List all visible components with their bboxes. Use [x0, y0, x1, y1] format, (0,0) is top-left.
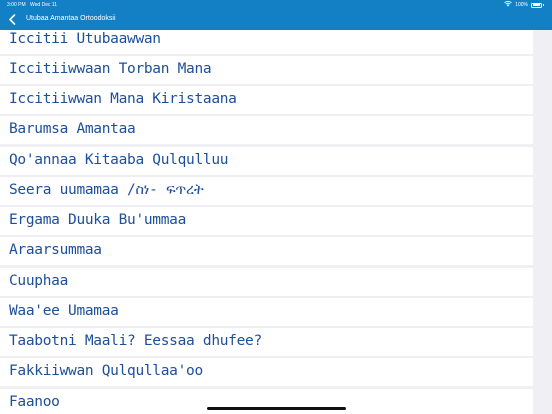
list-item[interactable]: Waa'ee Umamaa — [0, 298, 533, 326]
list-item-label: Waa'ee Umamaa — [9, 303, 119, 319]
list-item[interactable]: Barumsa Amantaa — [0, 116, 533, 144]
list-item[interactable]: Ergama Duuka Bu'ummaa — [0, 207, 533, 235]
topic-list: Iccitii Utubaawwan Iccitiiwwaan Torban M… — [0, 30, 552, 414]
status-right: 100% — [504, 1, 544, 9]
list-item[interactable]: Seera uumamaa /ስነ- ፍጥረት — [0, 177, 533, 205]
status-date: Wed Dec 11 — [30, 2, 58, 8]
battery-percent: 100% — [515, 2, 528, 8]
list-item[interactable]: Iccitiiwwaan Torban Mana — [0, 56, 533, 84]
list-item[interactable]: Iccitii Utubaawwan — [0, 30, 533, 54]
battery-icon — [531, 2, 542, 8]
list-item[interactable]: Taabotni Maali? Eessaa dhufee? — [0, 328, 533, 356]
list-item-label: Iccitiiwwaan Torban Mana — [9, 61, 212, 77]
home-indicator[interactable] — [207, 407, 346, 410]
status-bar: 3:00 PM Wed Dec 11 100% — [0, 0, 552, 10]
list-item-label: Iccitiiwwan Mana Kiristaana — [9, 91, 237, 107]
list-item[interactable]: Faanoo — [0, 389, 533, 414]
list-item-label: Qo'annaa Kitaaba Qulqulluu — [9, 152, 229, 168]
list-item-label: Fakkiiwwan Qulqullaa'oo — [9, 363, 203, 379]
list-item-label: Taabotni Maali? Eessaa dhufee? — [9, 333, 262, 349]
page-title: Utubaa Amantaa Ortoodoksii — [26, 15, 116, 22]
navigation-bar: Utubaa Amantaa Ortoodoksii — [0, 10, 552, 30]
status-time: 3:00 PM — [7, 2, 26, 8]
wifi-icon — [504, 1, 512, 9]
list-item[interactable]: Iccitiiwwan Mana Kiristaana — [0, 86, 533, 114]
battery-tip — [543, 4, 544, 6]
list-item-label: Seera uumamaa /ስነ- ፍጥረት — [9, 182, 204, 198]
list-item-label: Barumsa Amantaa — [9, 121, 136, 137]
list-item[interactable]: Cuuphaa — [0, 268, 533, 296]
list-item[interactable]: Fakkiiwwan Qulqullaa'oo — [0, 358, 533, 386]
list-item-label: Cuuphaa — [9, 273, 69, 289]
list-item[interactable]: Araarsummaa — [0, 237, 533, 265]
list-item[interactable]: Qo'annaa Kitaaba Qulqulluu — [0, 147, 533, 175]
list-item-label: Ergama Duuka Bu'ummaa — [9, 212, 187, 228]
list-item-label: Faanoo — [9, 394, 60, 410]
list-item-label: Araarsummaa — [9, 242, 102, 258]
chevron-left-icon[interactable] — [7, 13, 19, 26]
list-item-label: Iccitii Utubaawwan — [9, 31, 161, 47]
